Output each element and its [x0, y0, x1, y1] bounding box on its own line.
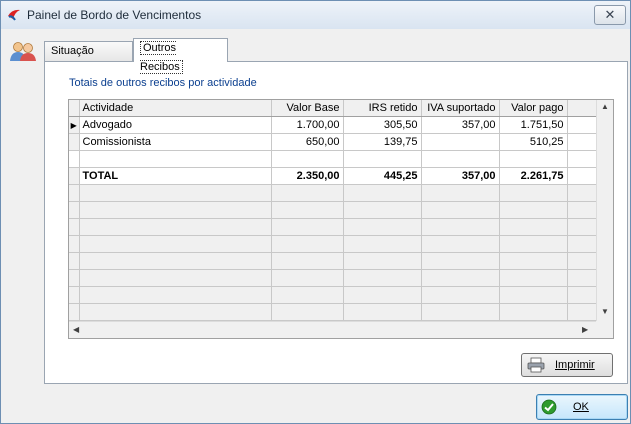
empty-row: [69, 252, 597, 270]
cell-irs-retido[interactable]: 305,50: [343, 116, 422, 134]
empty-row: [69, 235, 597, 253]
cell-actividade[interactable]: TOTAL: [79, 167, 272, 185]
row-indicator: [69, 167, 80, 185]
app-logo-icon: [8, 9, 20, 21]
cell-iva-suportado[interactable]: [421, 133, 500, 151]
row-indicator: [69, 133, 80, 151]
main-window: Painel de Bordo de Vencimentos ✕ Situaçã…: [0, 0, 631, 424]
cell-iva-suportado[interactable]: [421, 150, 500, 168]
window-title: Painel de Bordo de Vencimentos: [27, 8, 202, 22]
column-header-filler: [567, 100, 597, 117]
cell-actividade[interactable]: [79, 150, 272, 168]
cell-filler: [567, 167, 597, 185]
cell-valor-pago[interactable]: 510,25: [499, 133, 568, 151]
row-indicator: [69, 150, 80, 168]
current-row-indicator-icon: ▶: [69, 116, 80, 134]
cell-irs-retido[interactable]: [343, 150, 422, 168]
row-indicator-header: [69, 100, 80, 117]
empty-row: [69, 286, 597, 304]
data-grid[interactable]: Actividade Valor Base IRS retido IVA sup…: [68, 99, 614, 339]
scroll-down-icon[interactable]: ▼: [601, 307, 609, 316]
cell-valor-base[interactable]: [271, 150, 344, 168]
table-row[interactable]: [69, 150, 597, 168]
scroll-right-icon[interactable]: ▶: [582, 325, 588, 334]
tab-situacao-actual[interactable]: Situação Actual: [44, 41, 133, 76]
panel-title: Totais de outros recibos por actividade: [69, 77, 257, 89]
users-icon: [10, 42, 36, 61]
cell-valor-base[interactable]: 2.350,00: [271, 167, 344, 185]
scroll-up-icon[interactable]: ▲: [601, 102, 609, 111]
horizontal-scrollbar[interactable]: ◀ ▶: [69, 321, 596, 338]
ok-button-label: OK: [573, 401, 589, 413]
total-row[interactable]: TOTAL 2.350,00 445,25 357,00 2.261,75: [69, 167, 597, 185]
cell-iva-suportado[interactable]: 357,00: [421, 167, 500, 185]
cell-valor-base[interactable]: 650,00: [271, 133, 344, 151]
print-button-label: Imprimir: [555, 359, 595, 371]
cell-iva-suportado[interactable]: 357,00: [421, 116, 500, 134]
close-button[interactable]: ✕: [594, 5, 626, 25]
ok-button[interactable]: OK: [536, 394, 628, 420]
empty-row: [69, 269, 597, 287]
cell-irs-retido[interactable]: 139,75: [343, 133, 422, 151]
cell-valor-pago[interactable]: 2.261,75: [499, 167, 568, 185]
vertical-scrollbar[interactable]: ▲ ▼: [596, 100, 613, 321]
column-header-iva-suportado[interactable]: IVA suportado: [421, 100, 500, 117]
grid-table: Actividade Valor Base IRS retido IVA sup…: [69, 100, 597, 321]
scroll-left-icon[interactable]: ◀: [73, 325, 79, 334]
empty-row: [69, 303, 597, 321]
tab-label: Outros Recibos: [140, 41, 183, 74]
cell-actividade[interactable]: Comissionista: [79, 133, 272, 151]
tab-panel: Totais de outros recibos por actividade …: [44, 61, 628, 384]
column-header-valor-base[interactable]: Valor Base: [271, 100, 344, 117]
empty-row: [69, 218, 597, 236]
cell-actividade[interactable]: Advogado: [79, 116, 272, 134]
cell-valor-pago[interactable]: 1.751,50: [499, 116, 568, 134]
table-row[interactable]: Comissionista 650,00 139,75 510,25: [69, 133, 597, 151]
cell-filler: [567, 150, 597, 168]
column-header-actividade[interactable]: Actividade: [79, 100, 272, 117]
table-row[interactable]: ▶ Advogado 1.700,00 305,50 357,00 1.751,…: [69, 116, 597, 134]
column-header-valor-pago[interactable]: Valor pago: [499, 100, 568, 117]
cell-valor-base[interactable]: 1.700,00: [271, 116, 344, 134]
checkmark-icon: [541, 399, 557, 415]
cell-filler: [567, 133, 597, 151]
empty-row: [69, 201, 597, 219]
title-bar: Painel de Bordo de Vencimentos ✕: [1, 1, 630, 29]
printer-icon: [527, 357, 545, 373]
scrollbar-corner: [596, 321, 613, 338]
cell-filler: [567, 116, 597, 134]
empty-row: [69, 184, 597, 202]
cell-irs-retido[interactable]: 445,25: [343, 167, 422, 185]
tab-outros-recibos[interactable]: Outros Recibos: [133, 38, 228, 74]
column-header-irs-retido[interactable]: IRS retido: [343, 100, 422, 117]
cell-valor-pago[interactable]: [499, 150, 568, 168]
print-button[interactable]: Imprimir: [521, 353, 613, 377]
